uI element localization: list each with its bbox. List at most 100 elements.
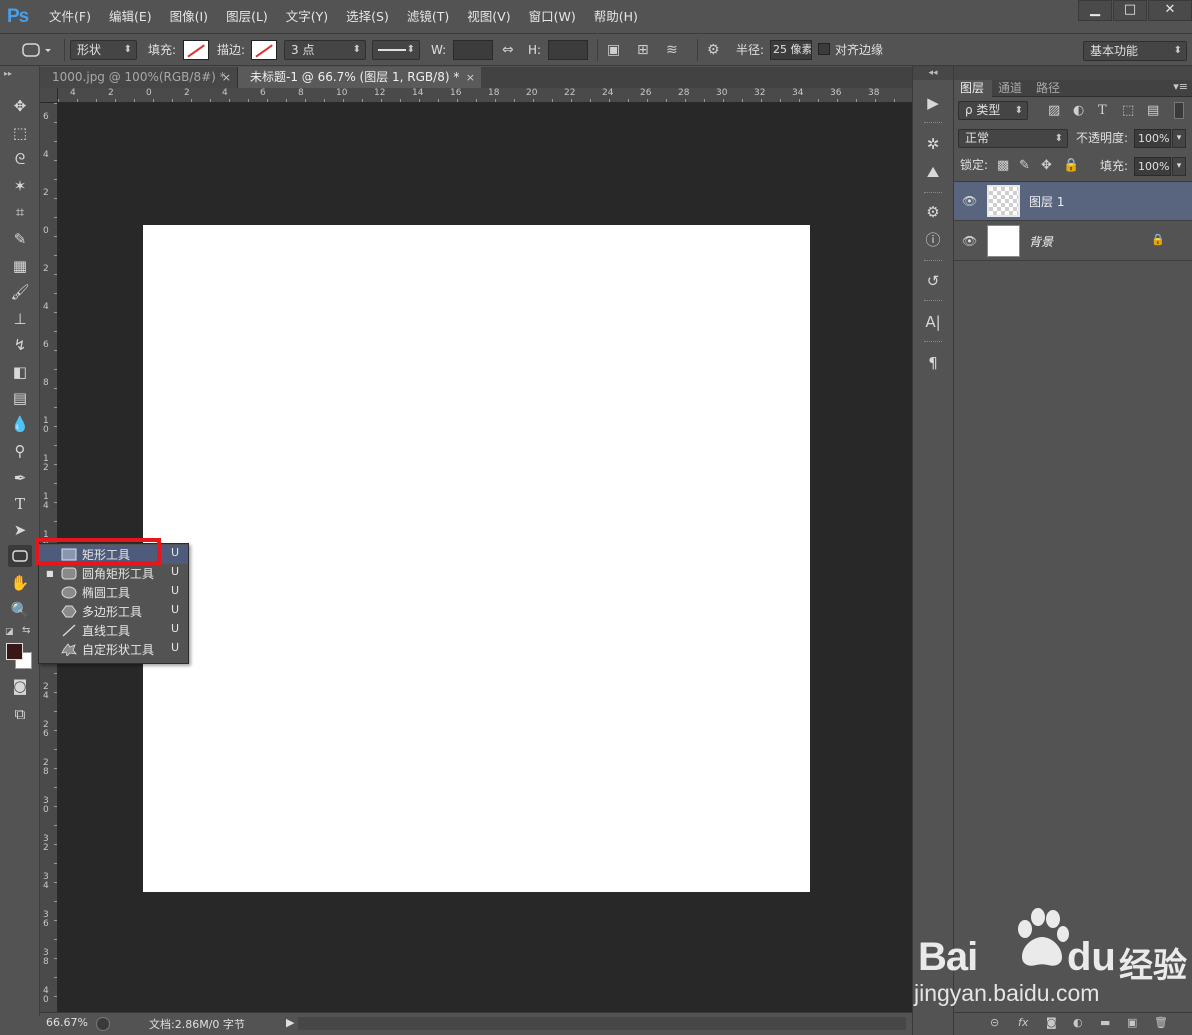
play-actions-icon[interactable]: ▶ bbox=[922, 92, 944, 114]
menu-image[interactable]: 图像(I) bbox=[161, 0, 217, 34]
flyout-item-rectangle[interactable]: 矩形工具 U bbox=[39, 545, 188, 564]
menu-edit[interactable]: 编辑(E) bbox=[100, 0, 161, 34]
tab-paths[interactable]: 路径 bbox=[1032, 80, 1068, 97]
close-icon[interactable]: × bbox=[222, 67, 231, 88]
fill-field[interactable]: 100% bbox=[1134, 157, 1171, 176]
dock-collapse-icon[interactable]: ◂◂ bbox=[913, 66, 953, 80]
lasso-tool-icon[interactable]: ᘓ bbox=[8, 148, 32, 170]
adjustment-layer-icon[interactable]: ◐ bbox=[1073, 1016, 1083, 1029]
tab-layers[interactable]: 图层 bbox=[954, 80, 992, 97]
stroke-swatch[interactable] bbox=[251, 40, 277, 60]
path-selection-tool-icon[interactable]: ➤ bbox=[8, 519, 32, 541]
close-icon[interactable]: × bbox=[466, 67, 475, 88]
radius-field[interactable]: 25 像素 bbox=[770, 40, 812, 60]
flyout-item-rounded-rectangle[interactable]: ■ 圆角矩形工具 U bbox=[39, 564, 188, 583]
gear-icon[interactable]: ⚙ bbox=[707, 40, 720, 60]
foreground-color-swatch[interactable] bbox=[6, 643, 23, 660]
opacity-dropdown[interactable]: ▾ bbox=[1172, 129, 1186, 148]
menu-type[interactable]: 文字(Y) bbox=[277, 0, 337, 34]
properties-icon[interactable]: ⚙ bbox=[922, 201, 944, 223]
ruler-origin[interactable] bbox=[40, 88, 58, 103]
align-edges-checkbox[interactable] bbox=[818, 43, 830, 55]
path-alignment-icon[interactable]: ⊞ bbox=[637, 40, 649, 60]
link-layers-icon[interactable]: ⊝ bbox=[990, 1016, 999, 1029]
paragraph-icon[interactable]: ¶ bbox=[922, 352, 944, 374]
lock-position-icon[interactable]: ✥ bbox=[1041, 156, 1052, 175]
zoom-level[interactable]: 66.67% bbox=[46, 1016, 88, 1029]
marquee-tool-icon[interactable]: ⬚ bbox=[8, 122, 32, 144]
horizontal-scrollbar[interactable] bbox=[298, 1017, 906, 1030]
quick-mask-icon[interactable]: ◙ bbox=[8, 675, 32, 697]
layer-row-layer-1[interactable]: 👁 图层 1 bbox=[954, 182, 1192, 221]
visibility-eye-icon[interactable]: 👁 bbox=[962, 194, 977, 208]
menu-select[interactable]: 选择(S) bbox=[337, 0, 398, 34]
swap-colors-icon[interactable]: ⇆ bbox=[22, 625, 30, 636]
fill-swatch[interactable] bbox=[183, 40, 209, 60]
filter-toggle[interactable] bbox=[1174, 102, 1184, 119]
filter-adjustment-icon[interactable]: ◐ bbox=[1073, 101, 1084, 120]
flyout-item-line[interactable]: 直线工具 U bbox=[39, 621, 188, 640]
lock-all-icon[interactable]: 🔒 bbox=[1063, 156, 1079, 175]
flyout-item-ellipse[interactable]: 椭圆工具 U bbox=[39, 583, 188, 602]
layer-name[interactable]: 背景 bbox=[1029, 233, 1053, 250]
filter-type-icon[interactable]: T bbox=[1098, 101, 1107, 120]
panel-menu-icon[interactable]: ▾≡ bbox=[1173, 80, 1188, 93]
tab-channels[interactable]: 通道 bbox=[994, 80, 1030, 97]
workspace-select[interactable]: 基本功能 bbox=[1083, 41, 1187, 61]
rounded-rectangle-tool-icon[interactable] bbox=[8, 545, 32, 567]
character-icon[interactable]: A| bbox=[922, 311, 944, 333]
width-field[interactable] bbox=[453, 40, 493, 60]
gradient-tool-icon[interactable]: ▤ bbox=[8, 387, 32, 409]
flyout-item-custom-shape[interactable]: 自定形状工具 U bbox=[39, 640, 188, 659]
height-field[interactable] bbox=[548, 40, 588, 60]
tab-untitled-1[interactable]: 未标题-1 @ 66.7% (图层 1, RGB/8) * × bbox=[238, 67, 481, 88]
filter-shape-icon[interactable]: ⬚ bbox=[1122, 101, 1134, 120]
new-group-icon[interactable]: ▬ bbox=[1100, 1016, 1110, 1029]
lock-image-icon[interactable]: ✎ bbox=[1019, 156, 1030, 175]
menu-file[interactable]: 文件(F) bbox=[40, 0, 100, 34]
layer-row-background[interactable]: 👁 背景 🔒 bbox=[954, 222, 1192, 261]
blend-mode-select[interactable]: 正常 bbox=[958, 129, 1068, 148]
eraser-tool-icon[interactable]: ◧ bbox=[8, 361, 32, 383]
menu-filter[interactable]: 滤镜(T) bbox=[398, 0, 458, 34]
crop-tool-icon[interactable]: ⌗ bbox=[8, 201, 32, 223]
close-window-button[interactable]: ✕ bbox=[1148, 0, 1192, 21]
panel-collapse-icon[interactable]: ▸▸ bbox=[4, 69, 12, 78]
fill-dropdown[interactable]: ▾ bbox=[1172, 157, 1186, 176]
new-layer-icon[interactable]: ▣ bbox=[1127, 1016, 1137, 1029]
brush-tool-icon[interactable]: 🖌 bbox=[8, 281, 32, 303]
status-menu-arrow-icon[interactable]: ▶ bbox=[286, 1016, 294, 1029]
visibility-eye-icon[interactable]: 👁 bbox=[962, 234, 977, 248]
history-icon[interactable]: ↺ bbox=[922, 270, 944, 292]
stroke-width-select[interactable]: 3 点 bbox=[284, 40, 366, 60]
history-brush-tool-icon[interactable]: ↯ bbox=[8, 334, 32, 356]
clone-stamp-tool-icon[interactable]: ⊥ bbox=[8, 308, 32, 330]
magic-wand-tool-icon[interactable]: ✶ bbox=[8, 175, 32, 197]
hand-tool-icon[interactable]: ✋ bbox=[8, 572, 32, 594]
link-icon[interactable]: ⇔ bbox=[502, 40, 514, 60]
info-icon[interactable]: ⓘ bbox=[922, 229, 944, 251]
add-mask-icon[interactable]: ◙ bbox=[1046, 1016, 1057, 1029]
menu-layer[interactable]: 图层(L) bbox=[217, 0, 277, 34]
maximize-button[interactable]: □ bbox=[1113, 0, 1147, 21]
menu-help[interactable]: 帮助(H) bbox=[585, 0, 647, 34]
tool-preset-picker[interactable] bbox=[14, 40, 54, 60]
healing-brush-tool-icon[interactable]: ▦ bbox=[8, 255, 32, 277]
tab-1000-jpg[interactable]: 1000.jpg @ 100%(RGB/8#) * × bbox=[40, 67, 238, 88]
navigator-icon[interactable]: ✲ bbox=[922, 133, 944, 155]
menu-window[interactable]: 窗口(W) bbox=[520, 0, 585, 34]
filter-smart-object-icon[interactable]: ▤ bbox=[1147, 101, 1159, 120]
opacity-field[interactable]: 100% bbox=[1134, 129, 1171, 148]
delete-layer-icon[interactable]: 🗑 bbox=[1154, 1016, 1168, 1029]
flyout-item-polygon[interactable]: 多边形工具 U bbox=[39, 602, 188, 621]
layer-name[interactable]: 图层 1 bbox=[1029, 193, 1064, 210]
dodge-tool-icon[interactable]: ⚲ bbox=[8, 440, 32, 462]
tool-mode-select[interactable]: 形状 bbox=[70, 40, 137, 60]
stroke-type-select[interactable] bbox=[372, 40, 420, 60]
path-operations-icon[interactable]: ▣ bbox=[607, 40, 620, 60]
document-canvas[interactable] bbox=[143, 225, 810, 892]
default-colors-icon[interactable]: ◪ bbox=[5, 627, 14, 637]
type-tool-icon[interactable]: T bbox=[8, 493, 32, 515]
screen-mode-icon[interactable]: ⧉ bbox=[8, 703, 32, 725]
histogram-icon[interactable]: ⛰ bbox=[922, 161, 944, 183]
